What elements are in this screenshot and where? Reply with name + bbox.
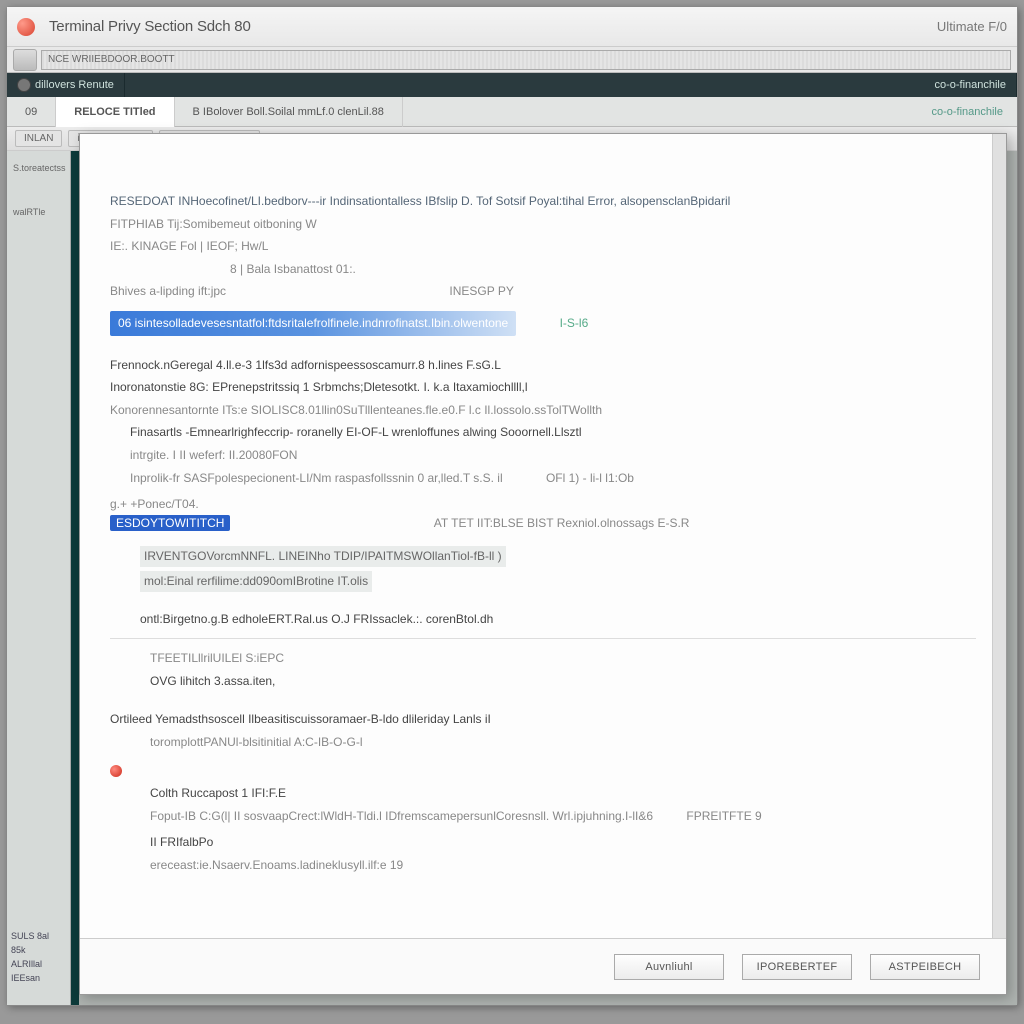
info-line: RESEDOAT INHoecofinet/LI.bedborv---ir In… <box>110 192 976 211</box>
sidebar: S.toreatectss walRTle SULS 8al 85k ALRIl… <box>7 151 71 1005</box>
log-line: intrgite. I II weferf: II.20080FON <box>110 446 976 465</box>
footer-button-3[interactable]: ASTPEIBECH <box>870 954 980 980</box>
tab-0[interactable]: 09 <box>7 97 56 127</box>
footer-button-2[interactable]: IPOREBERTEF <box>742 954 852 980</box>
context-chip-right[interactable]: co-o-financhile <box>924 73 1017 97</box>
log-line: ontl:Birgetno.g.B edholeERT.Ral.us O.J F… <box>110 610 976 629</box>
log-line: Colth Ruccapost 1 IFI:F.E <box>110 784 976 803</box>
info-line: 8 | Bala Isbanattost 01:. <box>110 260 976 279</box>
divider <box>110 638 976 639</box>
tabs-right-info: co-o-financhile <box>917 106 1017 118</box>
main-area: RESEDOAT INHoecofinet/LI.bedborv---ir In… <box>79 151 1017 1005</box>
context-chip-label: dillovers Renute <box>35 73 114 97</box>
tabs-row: 09 RELOCE TITled B IBolover Boll.Soilal … <box>7 97 1017 127</box>
info-line: Bhives a-lipding ift:jpc INESGP PY <box>110 282 976 301</box>
window-title-right: Ultimate F/0 <box>937 19 1007 34</box>
titlebar: Terminal Privy Section Sdch 80 Ultimate … <box>7 7 1017 47</box>
field-row: mol:Einal rerfilime:dd090omIBrotine IT.o… <box>110 571 976 592</box>
footer-button-1[interactable]: Auvnliuhl <box>614 954 724 980</box>
log-line: ereceast:ie.Nsaerv.Enoams.ladineklusyll.… <box>110 856 976 875</box>
close-icon[interactable] <box>17 18 35 36</box>
toolbar-btn-0[interactable]: INLAN <box>15 130 62 147</box>
sidebar-lower-0[interactable]: SULS 8al <box>11 929 49 943</box>
section-heading: Ortileed Yemadsthsoscell Ilbeasitiscuiss… <box>110 710 976 729</box>
info-line: IE:. KINAGE Fol | IEOF; Hw/L <box>110 237 976 256</box>
error-icon <box>110 765 122 777</box>
field-value[interactable]: IRVENTGOVorcmNNFL. LINEINho TDIP/IPAITMS… <box>140 546 506 567</box>
selected-row-text: 06 isintesolladevesesntatfol:ftdsritalef… <box>110 311 516 336</box>
log-line: OVG lihitch 3.assa.iten, <box>110 672 976 691</box>
address-input[interactable]: NCE WRIIEBDOOR.BOOTT <box>41 50 1011 70</box>
token-selected[interactable]: ESDOYTOWITITCH <box>110 515 230 531</box>
field-value[interactable]: mol:Einal rerfilime:dd090omIBrotine IT.o… <box>140 571 372 592</box>
log-line: Konorennesantornte ITs:e SIOLISC8.01llin… <box>110 401 976 420</box>
sidebar-lower-3[interactable]: IEEsan <box>11 971 49 985</box>
token-row: g.+ +Ponec/T04. ESDOYTOWITITCH AT TET II… <box>110 495 976 532</box>
app-window: Terminal Privy Section Sdch 80 Ultimate … <box>6 6 1018 1006</box>
log-line: II FRIfalbPo <box>110 833 976 852</box>
sidebar-item-1[interactable]: walRTle <box>7 205 70 219</box>
disk-icon <box>17 78 31 92</box>
log-line: Inoronatonstie 8G: EPrenepstritssiq 1 Sr… <box>110 378 976 397</box>
tab-1[interactable]: RELOCE TITled <box>56 97 174 127</box>
nav-back-icon[interactable] <box>13 49 37 71</box>
selected-row-tag: I-S-l6 <box>560 316 589 330</box>
sidebar-lower: SULS 8al 85k ALRIllal IEEsan <box>11 929 49 985</box>
dialog-footer: Auvnliuhl IPOREBERTEF ASTPEIBECH <box>80 938 1006 994</box>
sidebar-item-0[interactable]: S.toreatectss <box>7 161 70 175</box>
sidebar-accent <box>71 151 79 1005</box>
selected-row[interactable]: 06 isintesolladevesesntatfol:ftdsritalef… <box>110 305 976 342</box>
dialog: RESEDOAT INHoecofinet/LI.bedborv---ir In… <box>79 133 1007 995</box>
log-line: Frennock.nGeregal 4.ll.e-3 1lfs3d adforn… <box>110 356 976 375</box>
sidebar-lower-2[interactable]: ALRIllal <box>11 957 49 971</box>
sidebar-lower-1[interactable]: 85k <box>11 943 49 957</box>
log-line: TFEETILllrilUILEl S:iEPC <box>110 649 976 668</box>
error-line <box>110 761 976 780</box>
info-line: FITPHIAB Tij:Somibemeut oitboning W <box>110 215 976 234</box>
tab-2[interactable]: B IBolover Boll.Soilal mmLf.0 clenLil.88 <box>175 97 403 127</box>
scrollbar[interactable] <box>992 134 1006 938</box>
log-line: Inprolik-fr SASFpolespecionent-LI/Nm ras… <box>110 469 976 488</box>
log-line: Foput-IB C:G(l| II sosvaapCrect:lWldH-Tl… <box>110 807 976 826</box>
context-bar: dillovers Renute co-o-financhile <box>7 73 1017 97</box>
log-line: Finasartls -Emnearlrighfeccrip- roranell… <box>110 423 976 442</box>
field-row: IRVENTGOVorcmNNFL. LINEINho TDIP/IPAITMS… <box>110 546 976 567</box>
dialog-content: RESEDOAT INHoecofinet/LI.bedborv---ir In… <box>80 134 1006 938</box>
log-line: toromplottPANUl-blsitinitial A:C-IB-O-G-… <box>110 733 976 752</box>
context-chip-main[interactable]: dillovers Renute <box>7 73 125 97</box>
body-area: S.toreatectss walRTle SULS 8al 85k ALRIl… <box>7 151 1017 1005</box>
address-bar: NCE WRIIEBDOOR.BOOTT <box>7 47 1017 73</box>
window-title: Terminal Privy Section Sdch 80 <box>49 18 251 35</box>
